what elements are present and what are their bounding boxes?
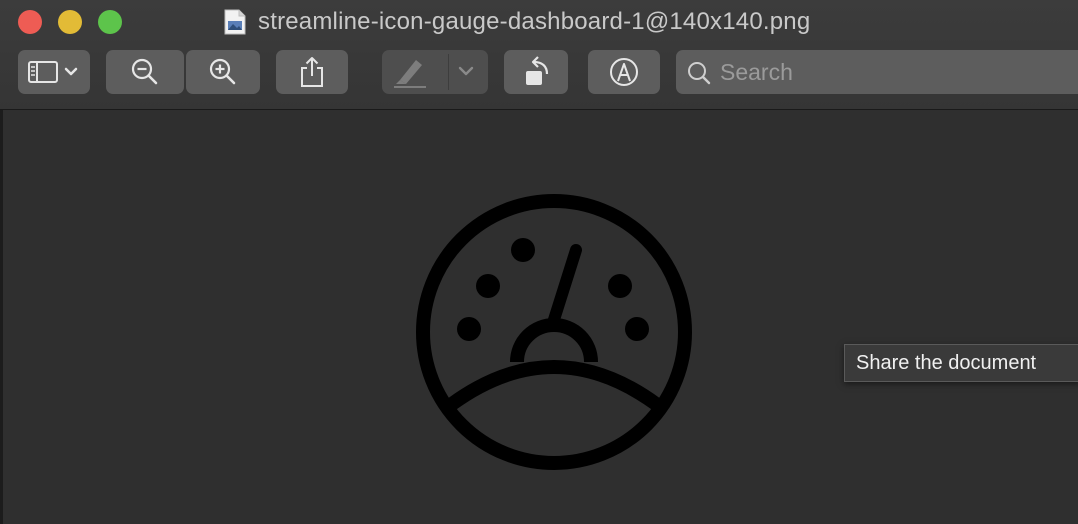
zoom-out-icon	[131, 58, 158, 85]
sidebar-icon	[28, 61, 78, 83]
search-icon	[688, 62, 711, 85]
search-input[interactable]	[720, 56, 1060, 88]
highlight-button[interactable]	[382, 50, 488, 94]
rotate-left-button[interactable]	[504, 50, 568, 94]
zoom-in-icon	[209, 58, 236, 85]
gauge-dashboard-icon	[416, 194, 692, 470]
zoom-in-button[interactable]	[186, 50, 260, 94]
zoom-out-button[interactable]	[106, 50, 184, 94]
tooltip-text: Share the document	[856, 351, 1037, 374]
close-window-button[interactable]	[18, 10, 42, 34]
search-field[interactable]	[676, 50, 1078, 94]
window-left-edge	[0, 110, 3, 524]
rotate-icon	[526, 56, 549, 85]
minimize-window-button[interactable]	[58, 10, 82, 34]
highlight-menu-divider	[448, 54, 449, 90]
markup-pen-icon	[610, 58, 638, 86]
zoom-window-button[interactable]	[98, 10, 122, 34]
title-bar: streamline-icon-gauge-dashboard-1@140x14…	[0, 0, 1078, 110]
window-title: streamline-icon-gauge-dashboard-1@140x14…	[258, 8, 811, 35]
window-title-row: streamline-icon-gauge-dashboard-1@140x14…	[224, 6, 810, 38]
png-document-icon[interactable]	[224, 9, 246, 35]
preview-window: streamline-icon-gauge-dashboard-1@140x14…	[0, 0, 1078, 524]
sidebar-toggle-button[interactable]	[18, 50, 90, 94]
highlighter-icon	[394, 60, 474, 88]
share-tooltip: Share the document	[844, 344, 1078, 382]
markup-button[interactable]	[588, 50, 660, 94]
share-button[interactable]	[276, 50, 348, 94]
share-icon	[301, 57, 323, 87]
